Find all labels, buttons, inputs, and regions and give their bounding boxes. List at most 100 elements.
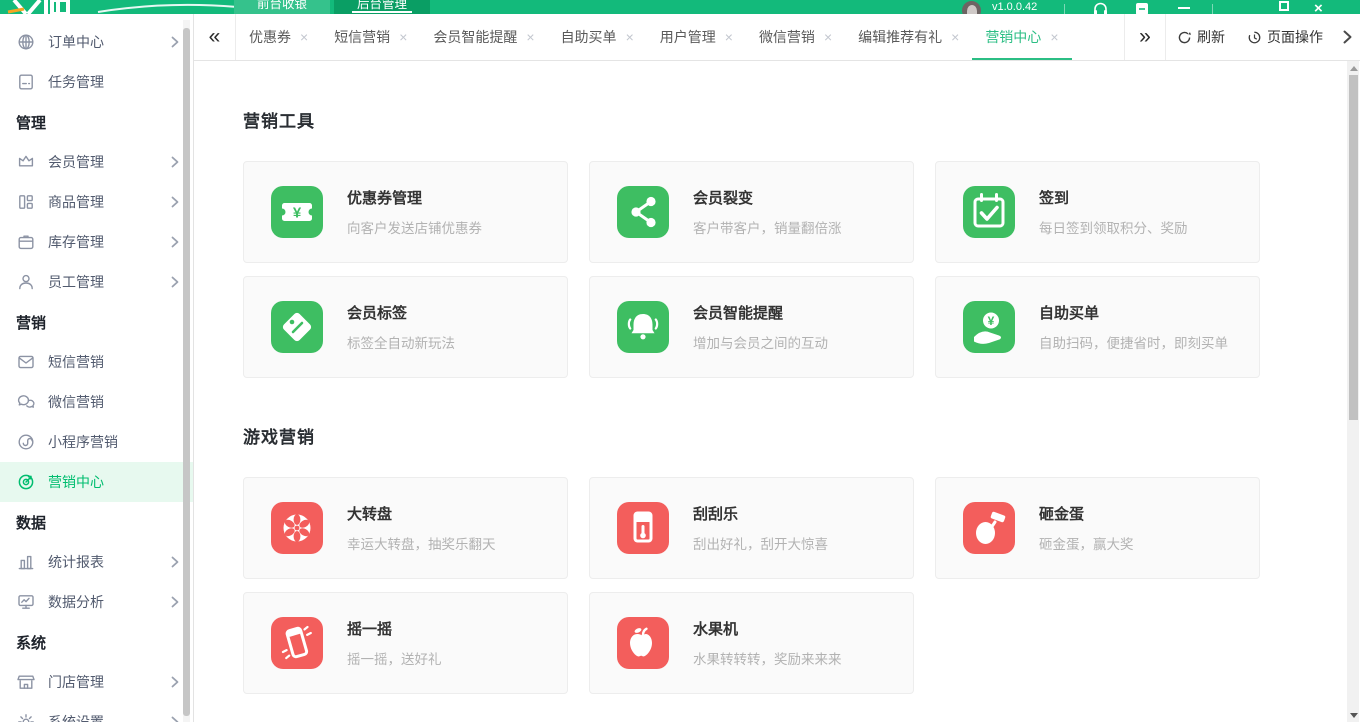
tab-close-icon[interactable]: × xyxy=(300,29,308,45)
content-scrollbar-thumb[interactable] xyxy=(1349,75,1358,420)
tab-sms-marketing[interactable]: 短信营销 × xyxy=(321,14,420,60)
tab-close-icon[interactable]: × xyxy=(725,29,733,45)
sidebar-item-statistics-report[interactable]: 统计报表 xyxy=(0,542,193,582)
svg-text:¥: ¥ xyxy=(988,314,995,328)
target-icon xyxy=(16,472,36,492)
nav-back-admin[interactable]: 后台管理 xyxy=(334,0,430,14)
sidebar-item-member-management[interactable]: 会员管理 xyxy=(0,142,193,182)
open-tabs: 优惠券 × 短信营销 × 会员智能提醒 × 自助买单 × 用户管理 × xyxy=(236,14,1124,60)
tab-self-checkout[interactable]: 自助买单 × xyxy=(548,14,647,60)
sidebar-item-wechat-marketing[interactable]: 微信营销 xyxy=(0,382,193,422)
header-divider xyxy=(1212,4,1213,14)
tab-user-management[interactable]: 用户管理 × xyxy=(647,14,746,60)
sidebar-item-miniprogram-marketing[interactable]: 小程序营销 xyxy=(0,422,193,462)
avatar[interactable] xyxy=(962,1,981,14)
sidebar-item-marketing-center[interactable]: 营销中心 xyxy=(0,462,193,502)
content-scrollbar[interactable] xyxy=(1346,61,1360,722)
tab-label: 会员智能提醒 xyxy=(433,27,517,47)
card-member-tags[interactable]: 会员标签 标签全自动新玩法 xyxy=(243,276,568,378)
game-marketing-grid: 大转盘 幸运大转盘，抽奖乐翻天 xyxy=(243,477,1346,694)
tabs-scroll-left-button[interactable]: « xyxy=(194,14,236,60)
tab-member-smart-reminder[interactable]: 会员智能提醒 × xyxy=(420,14,547,60)
chevron-right-icon xyxy=(171,716,179,722)
refresh-button[interactable]: 刷新 xyxy=(1166,27,1236,47)
tabs-scroll-right-button[interactable]: » xyxy=(1124,14,1166,60)
card-coupon-management[interactable]: ¥ 优惠券管理 向客户发送店铺优惠券 xyxy=(243,161,568,263)
sidebar-item-sms-marketing[interactable]: 短信营销 xyxy=(0,342,193,382)
main-area: « 优惠券 × 短信营销 × 会员智能提醒 × 自助买单 × xyxy=(194,14,1360,722)
tab-close-icon[interactable]: × xyxy=(1050,29,1058,45)
scroll-up-arrow-icon[interactable] xyxy=(1350,66,1358,71)
window-restore-icon[interactable] xyxy=(1279,1,1289,11)
header-divider xyxy=(1064,4,1065,14)
sidebar-item-system-settings[interactable]: 系统设置 xyxy=(0,702,193,722)
card-title: 会员标签 xyxy=(347,302,455,323)
chevron-right-icon xyxy=(171,276,179,288)
tab-close-icon[interactable]: × xyxy=(824,29,832,45)
wheel-icon xyxy=(273,504,321,552)
page-operations-button[interactable]: 页面操作 xyxy=(1236,27,1334,47)
goods-icon xyxy=(16,192,36,212)
sidebar-item-order-center[interactable]: 订单中心 xyxy=(0,22,193,62)
card-shake[interactable]: 摇一摇 摇一摇，送好礼 xyxy=(243,592,568,694)
shake-icon xyxy=(273,619,321,667)
tab-close-icon[interactable]: × xyxy=(951,29,959,45)
tab-coupon[interactable]: 优惠券 × xyxy=(236,14,321,60)
chevron-right-icon xyxy=(171,556,179,568)
scroll-down-arrow-icon[interactable] xyxy=(1350,713,1358,718)
card-check-in[interactable]: 签到 每日签到领取积分、奖励 xyxy=(935,161,1260,263)
page-ops-label: 页面操作 xyxy=(1267,27,1323,47)
tab-label: 短信营销 xyxy=(334,27,390,47)
close-icon[interactable]: × xyxy=(1314,0,1323,14)
marketing-center-page: 营销工具 ¥ 优惠券管理 向客户发送店铺优惠券 xyxy=(194,61,1346,722)
tab-actions: 刷新 页面操作 xyxy=(1166,14,1360,60)
sidebar-item-label: 商品管理 xyxy=(48,192,159,212)
tag-icon xyxy=(273,303,321,351)
sidebar-item-label: 小程序营销 xyxy=(48,432,179,452)
nav-front-cashier[interactable]: 前台收银 xyxy=(234,0,330,14)
tab-close-icon[interactable]: × xyxy=(526,29,534,45)
tab-wechat-marketing[interactable]: 微信营销 × xyxy=(746,14,845,60)
card-self-checkout[interactable]: ¥ 自助买单 自助扫码，便捷省时，即刻买单 xyxy=(935,276,1260,378)
download-box-icon[interactable] xyxy=(1134,1,1150,14)
card-title: 大转盘 xyxy=(347,503,496,524)
minimize-icon[interactable] xyxy=(1178,7,1190,10)
sidebar-item-task-management[interactable]: 任务管理 xyxy=(0,62,193,102)
section-title-game-marketing: 游戏营销 xyxy=(243,423,1346,448)
sidebar-item-data-analysis[interactable]: 数据分析 xyxy=(0,582,193,622)
tab-edit-recommend-gift[interactable]: 编辑推荐有礼 × xyxy=(845,14,972,60)
scratch-icon xyxy=(619,504,667,552)
tab-label: 优惠券 xyxy=(249,27,291,47)
card-desc: 刮出好礼，刮开大惊喜 xyxy=(693,533,828,553)
chevron-right-icon xyxy=(171,36,179,48)
tab-close-icon[interactable]: × xyxy=(626,29,634,45)
sidebar-scrollbar-thumb[interactable] xyxy=(183,28,190,716)
card-member-fission[interactable]: 会员裂变 客户带客户，销量翻倍涨 xyxy=(589,161,914,263)
section-title-marketing-tools: 营销工具 xyxy=(243,107,1346,132)
card-golden-egg[interactable]: 砸金蛋 砸金蛋，赢大奖 xyxy=(935,477,1260,579)
card-lucky-wheel[interactable]: 大转盘 幸运大转盘，抽奖乐翻天 xyxy=(243,477,568,579)
card-fruit-machine[interactable]: 水果机 水果转转转，奖励来来来 xyxy=(589,592,914,694)
card-title: 水果机 xyxy=(693,618,842,639)
tab-label: 微信营销 xyxy=(759,27,815,47)
card-desc: 摇一摇，送好礼 xyxy=(347,648,442,668)
card-title: 签到 xyxy=(1039,187,1188,208)
headset-icon[interactable] xyxy=(1092,1,1109,14)
sidebar-item-label: 统计报表 xyxy=(48,552,159,572)
sidebar-item-goods-management[interactable]: 商品管理 xyxy=(0,182,193,222)
sidebar-item-staff-management[interactable]: 员工管理 xyxy=(0,262,193,302)
card-scratch-card[interactable]: 刮刮乐 刮出好礼，刮开大惊喜 xyxy=(589,477,914,579)
card-member-smart-reminder[interactable]: 会员智能提醒 增加与会员之间的互动 xyxy=(589,276,914,378)
inventory-icon xyxy=(16,232,36,252)
tab-close-icon[interactable]: × xyxy=(399,29,407,45)
sidebar-scrollbar[interactable] xyxy=(183,20,190,722)
tab-marketing-center[interactable]: 营销中心 × xyxy=(972,14,1071,60)
tab-label: 编辑推荐有礼 xyxy=(858,27,942,47)
sidebar-item-inventory-management[interactable]: 库存管理 xyxy=(0,222,193,262)
sidebar-item-store-management[interactable]: 门店管理 xyxy=(0,662,193,702)
more-actions-chevron-icon[interactable] xyxy=(1334,30,1360,44)
card-title: 摇一摇 xyxy=(347,618,442,639)
content-scrollbar-track[interactable] xyxy=(1347,61,1359,722)
tab-label: 营销中心 xyxy=(985,27,1041,47)
page-ops-icon xyxy=(1247,30,1262,45)
